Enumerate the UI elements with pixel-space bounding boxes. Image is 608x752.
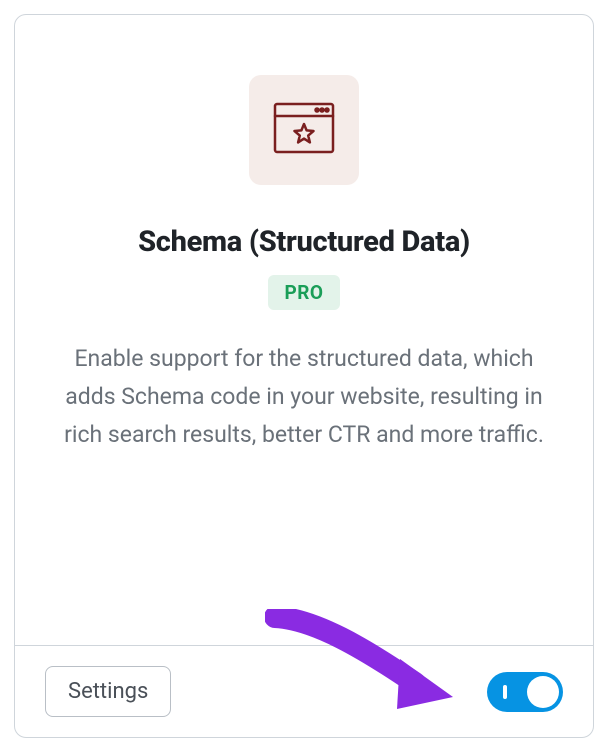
toggle-knob xyxy=(527,676,559,708)
toggle-on-indicator xyxy=(503,685,507,699)
browser-star-icon xyxy=(273,102,335,158)
pro-badge: PRO xyxy=(268,275,339,310)
card-body: Schema (Structured Data) PRO Enable supp… xyxy=(15,15,593,645)
enable-toggle[interactable] xyxy=(487,672,563,712)
card-title: Schema (Structured Data) xyxy=(138,225,470,259)
settings-button[interactable]: Settings xyxy=(45,666,171,717)
card-footer: Settings xyxy=(15,645,593,737)
schema-module-card: Schema (Structured Data) PRO Enable supp… xyxy=(14,14,594,738)
card-description: Enable support for the structured data, … xyxy=(64,340,544,454)
schema-icon-wrap xyxy=(249,75,359,185)
